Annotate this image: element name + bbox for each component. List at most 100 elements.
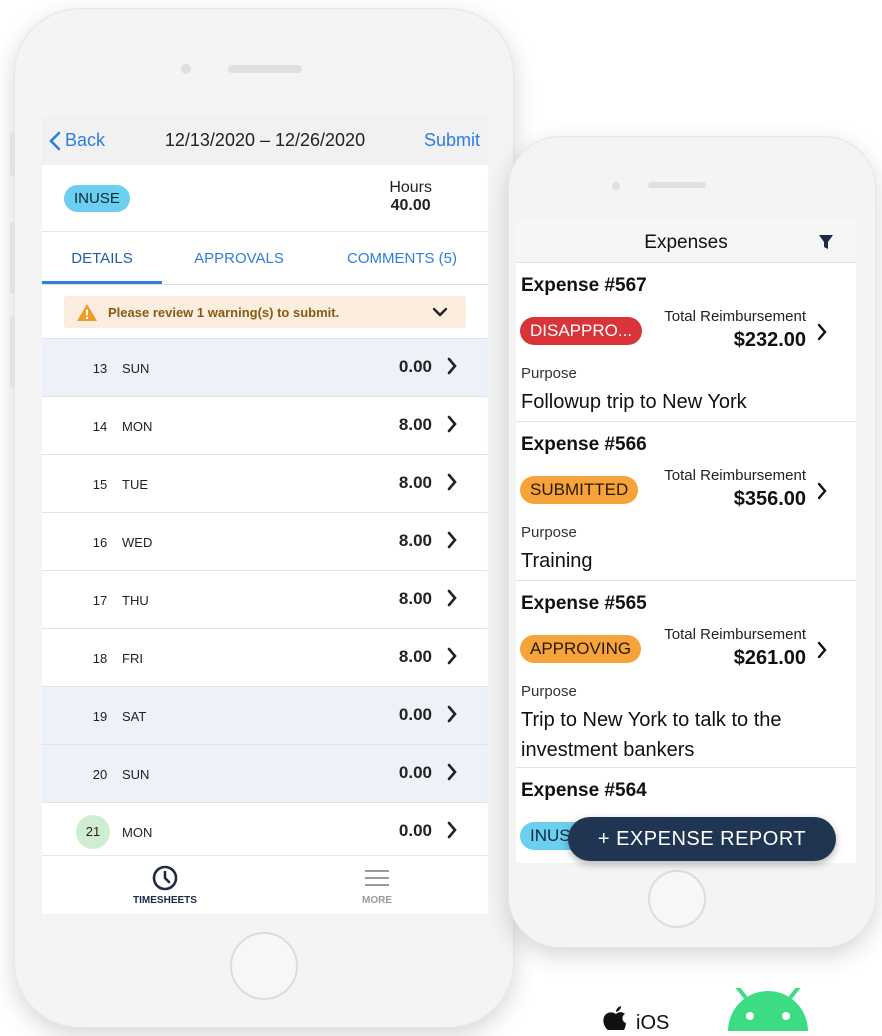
phone-camera [181,64,191,74]
day-hours: 8.00 [398,589,432,608]
phone-home-button [230,932,298,1000]
day-number: 14 [92,419,108,434]
day-hours: 8.00 [398,531,432,550]
day-of-week: WED [122,535,153,550]
phone-side-button [10,132,15,176]
filter-icon[interactable] [818,234,834,250]
day-row[interactable]: 18 FRI 8.00 [42,628,488,686]
tabbar-label-more: MORE [362,895,392,906]
phone-camera [612,182,620,190]
phone-home-button [648,870,706,928]
phone-side-button [10,316,15,388]
warning-container: Please review 1 warning(s) to submit. [42,285,488,338]
purpose-label: Purpose [521,365,577,382]
clock-icon [152,865,178,891]
timesheet-status-row: INUSE Hours 40.00 [42,165,488,232]
chevron-right-icon [447,415,457,433]
expense-purpose: Trip to New York to talk to the investme… [521,709,782,761]
expense-list: Expense #567 DISAPPRO... Total Reimburseme… [516,263,856,863]
chevron-right-icon [447,357,457,375]
day-of-week: MON [122,825,153,840]
expenses-title: Expenses [644,232,728,253]
purpose-label: Purpose [521,683,577,700]
expense-purpose: Training [521,550,593,572]
timesheet-tabs: DETAILS APPROVALS COMMENTS (5) [42,232,488,285]
chevron-right-icon [817,641,827,659]
ios-logo: iOS [596,1006,676,1034]
day-of-week: FRI [122,651,143,666]
day-number: 20 [92,767,108,782]
expense-status-badge: APPROVING [520,635,642,663]
tab-comments[interactable]: COMMENTS (5) [316,232,488,284]
ios-label: iOS [636,1012,670,1034]
day-row[interactable]: 17 THU 8.00 [42,570,488,628]
expense-item[interactable]: Expense #565 APPROVING Total Reimbursement… [516,581,856,768]
hours-value: 40.00 [390,197,431,214]
tabbar-label-timesheets: TIMESHEETS [133,895,197,906]
day-of-week: SUN [122,361,150,376]
status-badge: INUSE [64,185,130,212]
day-row[interactable]: 16 WED 8.00 [42,512,488,570]
submit-button[interactable]: Submit [424,130,480,151]
phone-speaker [648,182,706,188]
day-hours: 0.00 [398,705,432,724]
tabbar-item-timesheets[interactable]: TIMESHEETS [120,864,210,906]
day-number: 21 [76,815,110,849]
day-hours: 0.00 [398,821,432,840]
tabbar-item-more[interactable]: MORE [332,864,422,906]
expense-name: Expense #564 [521,780,647,801]
expense-name: Expense #565 [521,593,647,614]
chevron-right-icon [447,647,457,665]
day-row[interactable]: 21 MON 0.00 [42,802,488,860]
day-number: 15 [92,477,108,492]
expense-status-badge: DISAPPRO... [520,317,643,345]
chevron-right-icon [817,482,827,500]
expenses-nav-bar: Expenses [516,220,856,263]
day-hours: 0.00 [398,357,432,376]
expense-item[interactable]: Expense #566 SUBMITTED Total Reimbursement… [516,422,856,581]
day-hours: 0.00 [398,763,432,782]
warning-icon [77,304,97,321]
warning-banner[interactable]: Please review 1 warning(s) to submit. [64,296,466,328]
expense-item[interactable]: Expense #567 DISAPPRO... Total Reimburseme… [516,263,856,422]
day-row[interactable]: 14 MON 8.00 [42,396,488,454]
day-of-week: TUE [122,477,148,492]
timesheet-nav-bar: Back 12/13/2020 – 12/26/2020 Submit [42,117,488,165]
warning-text: Please review 1 warning(s) to submit. [108,305,340,320]
chevron-right-icon [817,323,827,341]
day-of-week: MON [122,419,153,434]
chevron-right-icon [447,589,457,607]
expenses-screen: Expenses Expense #567 DISAPPRO... Total Re… [516,220,856,863]
day-of-week: SUN [122,767,150,782]
day-number: 17 [92,593,108,608]
menu-icon [365,870,389,886]
tab-details[interactable]: DETAILS [42,232,162,284]
chevron-right-icon [447,763,457,781]
tab-approvals[interactable]: APPROVALS [162,232,316,284]
timesheet-screen: Back 12/13/2020 – 12/26/2020 Submit INUS… [42,117,488,914]
expense-name: Expense #567 [521,275,647,296]
day-row[interactable]: 20 SUN 0.00 [42,744,488,802]
day-number: 18 [92,651,108,666]
bottom-tab-bar: TIMESHEETS MORE [42,855,488,914]
day-row[interactable]: 13 SUN 0.00 [42,338,488,396]
total-reimbursement-label: Total Reimbursement [664,308,806,325]
chevron-right-icon [447,473,457,491]
expense-status-badge: SUBMITTED [520,476,639,504]
add-expense-report-button[interactable]: + EXPENSE REPORT [568,817,836,861]
day-hours: 8.00 [398,415,432,434]
android-icon [728,986,808,1031]
day-hours: 8.00 [398,647,432,666]
expense-amount: $232.00 [733,329,806,351]
day-row[interactable]: 19 SAT 0.00 [42,686,488,744]
phone-speaker [228,65,302,73]
day-row[interactable]: 15 TUE 8.00 [42,454,488,512]
chevron-down-icon[interactable] [432,303,448,321]
timesheet-period-title: 12/13/2020 – 12/26/2020 [164,130,366,150]
day-hours: 8.00 [398,473,432,492]
chevron-right-icon [447,531,457,549]
day-of-week: SAT [122,709,147,724]
hours-summary: Hours 40.00 [389,179,432,215]
day-number: 16 [92,535,108,550]
expense-purpose: Followup trip to New York [521,391,747,413]
